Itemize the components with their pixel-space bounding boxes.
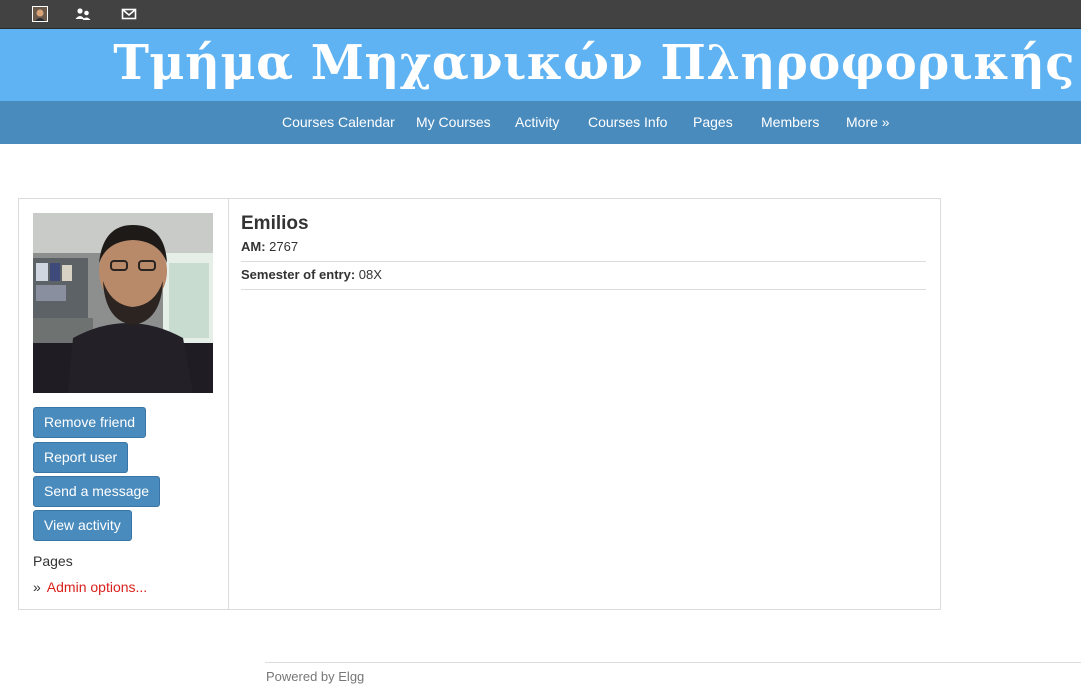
- admin-options-link[interactable]: Admin options...: [47, 579, 147, 595]
- profile-owner-block: Remove friend Report user Send a message…: [19, 199, 229, 609]
- view-activity-button[interactable]: View activity: [33, 510, 132, 541]
- friends-icon[interactable]: [75, 6, 91, 22]
- user-avatar-icon[interactable]: [32, 6, 48, 22]
- nav-item-pages[interactable]: Pages: [693, 101, 733, 144]
- profile-box: Remove friend Report user Send a message…: [18, 198, 941, 610]
- field-label: AM:: [241, 239, 266, 254]
- nav-item-members[interactable]: Members: [761, 101, 819, 144]
- site-title[interactable]: Τμήμα Μηχανικών Πληροφορικής: [113, 33, 1075, 93]
- nav-item-courses-calendar[interactable]: Courses Calendar: [282, 101, 395, 144]
- footer: Powered by Elgg: [265, 662, 1081, 684]
- nav-item-more[interactable]: More »: [846, 101, 890, 144]
- profile-name: Emilios: [241, 213, 309, 234]
- nav-item-activity[interactable]: Activity: [515, 101, 559, 144]
- admin-options-marker: »: [33, 579, 41, 595]
- field-value: 2767: [269, 239, 299, 254]
- envelope-icon[interactable]: [121, 6, 137, 22]
- nav-item-courses-info[interactable]: Courses Info: [588, 101, 667, 144]
- main-navigation: Courses Calendar My Courses Activity Cou…: [0, 101, 1081, 144]
- site-banner: Τμήμα Μηχανικών Πληροφορικής: [0, 29, 1081, 101]
- field-label: Semester of entry:: [241, 267, 356, 282]
- profile-field-semester: Semester of entry: 08X: [241, 267, 926, 290]
- pages-heading: Pages: [33, 553, 73, 569]
- remove-friend-button[interactable]: Remove friend: [33, 407, 147, 438]
- report-user-button[interactable]: Report user: [33, 442, 129, 473]
- send-message-button[interactable]: Send a message: [33, 476, 161, 507]
- profile-field-am: AM: 2767: [241, 239, 926, 262]
- powered-by-link[interactable]: Powered by Elgg: [266, 669, 364, 684]
- nav-item-my-courses[interactable]: My Courses: [416, 101, 491, 144]
- admin-options-item: » Admin options...: [33, 579, 147, 595]
- profile-avatar[interactable]: [33, 213, 213, 393]
- field-value: 08X: [358, 267, 382, 282]
- top-toolbar: [0, 0, 1081, 29]
